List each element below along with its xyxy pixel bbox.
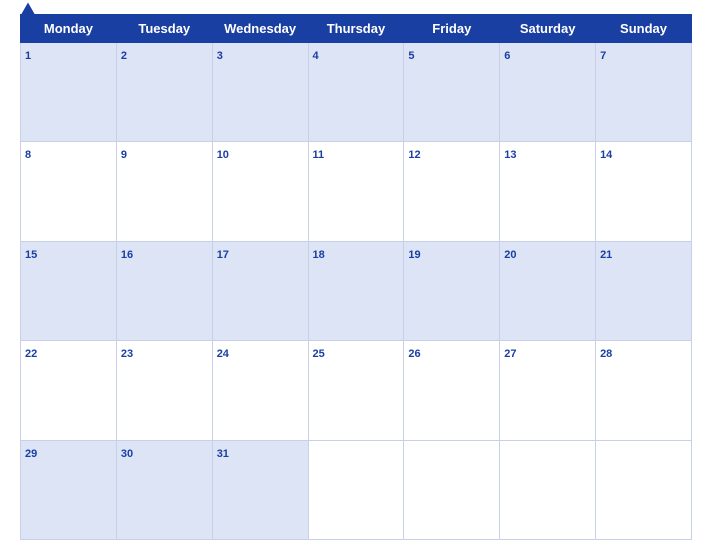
calendar-table: MondayTuesdayWednesdayThursdayFridaySatu… xyxy=(20,14,692,540)
calendar-day-cell: 19 xyxy=(404,241,500,340)
day-number: 1 xyxy=(25,50,31,62)
day-number: 18 xyxy=(313,249,325,261)
calendar-day-cell: 10 xyxy=(212,142,308,241)
day-number: 10 xyxy=(217,149,229,161)
calendar-day-cell: 13 xyxy=(500,142,596,241)
calendar-day-cell: 15 xyxy=(21,241,117,340)
day-number: 22 xyxy=(25,348,37,360)
day-number: 20 xyxy=(504,249,516,261)
weekday-header-thursday: Thursday xyxy=(308,15,404,43)
calendar-day-cell: 25 xyxy=(308,341,404,440)
day-number: 28 xyxy=(600,348,612,360)
day-number: 16 xyxy=(121,249,133,261)
day-number: 21 xyxy=(600,249,612,261)
weekday-header-row: MondayTuesdayWednesdayThursdayFridaySatu… xyxy=(21,15,692,43)
calendar-day-cell: 3 xyxy=(212,43,308,142)
day-number: 31 xyxy=(217,448,229,460)
calendar-day-cell: 1 xyxy=(21,43,117,142)
calendar-day-cell: 12 xyxy=(404,142,500,241)
calendar-day-cell: 8 xyxy=(21,142,117,241)
calendar-day-cell: 7 xyxy=(596,43,692,142)
calendar-day-cell xyxy=(404,440,500,539)
weekday-header-friday: Friday xyxy=(404,15,500,43)
weekday-header-wednesday: Wednesday xyxy=(212,15,308,43)
day-number: 5 xyxy=(408,50,414,62)
day-number: 6 xyxy=(504,50,510,62)
day-number: 24 xyxy=(217,348,229,360)
day-number: 8 xyxy=(25,149,31,161)
calendar-day-cell: 4 xyxy=(308,43,404,142)
calendar-day-cell: 27 xyxy=(500,341,596,440)
day-number: 27 xyxy=(504,348,516,360)
calendar-day-cell xyxy=(596,440,692,539)
calendar-day-cell: 2 xyxy=(116,43,212,142)
weekday-header-saturday: Saturday xyxy=(500,15,596,43)
weekday-header-tuesday: Tuesday xyxy=(116,15,212,43)
calendar-day-cell: 26 xyxy=(404,341,500,440)
day-number: 19 xyxy=(408,249,420,261)
day-number: 9 xyxy=(121,149,127,161)
day-number: 29 xyxy=(25,448,37,460)
calendar-day-cell: 23 xyxy=(116,341,212,440)
calendar-day-cell: 24 xyxy=(212,341,308,440)
day-number: 14 xyxy=(600,149,612,161)
day-number: 23 xyxy=(121,348,133,360)
weekday-header-monday: Monday xyxy=(21,15,117,43)
day-number: 3 xyxy=(217,50,223,62)
calendar-day-cell: 31 xyxy=(212,440,308,539)
calendar-day-cell: 14 xyxy=(596,142,692,241)
day-number: 25 xyxy=(313,348,325,360)
calendar-day-cell: 6 xyxy=(500,43,596,142)
weekday-header-sunday: Sunday xyxy=(596,15,692,43)
calendar-week-row: 29 30 31 xyxy=(21,440,692,539)
day-number: 11 xyxy=(313,149,325,161)
calendar-week-row: 8 9 10 11 12 13 14 xyxy=(21,142,692,241)
calendar-day-cell xyxy=(500,440,596,539)
logo-triangle-icon xyxy=(20,3,36,17)
calendar-day-cell: 20 xyxy=(500,241,596,340)
calendar-week-row: 1 2 3 4 5 6 7 xyxy=(21,43,692,142)
calendar-day-cell: 11 xyxy=(308,142,404,241)
calendar-day-cell: 30 xyxy=(116,440,212,539)
day-number: 15 xyxy=(25,249,37,261)
calendar-day-cell: 22 xyxy=(21,341,117,440)
day-number: 13 xyxy=(504,149,516,161)
day-number: 26 xyxy=(408,348,420,360)
calendar-day-cell: 21 xyxy=(596,241,692,340)
day-number: 4 xyxy=(313,50,319,62)
calendar-week-row: 22 23 24 25 26 27 28 xyxy=(21,341,692,440)
calendar-day-cell: 17 xyxy=(212,241,308,340)
logo xyxy=(20,3,38,18)
calendar-day-cell: 28 xyxy=(596,341,692,440)
calendar-day-cell: 16 xyxy=(116,241,212,340)
day-number: 7 xyxy=(600,50,606,62)
day-number: 30 xyxy=(121,448,133,460)
day-number: 12 xyxy=(408,149,420,161)
calendar-week-row: 15 16 17 18 19 20 21 xyxy=(21,241,692,340)
calendar-day-cell: 29 xyxy=(21,440,117,539)
day-number: 2 xyxy=(121,50,127,62)
calendar-day-cell xyxy=(308,440,404,539)
calendar-day-cell: 18 xyxy=(308,241,404,340)
calendar-day-cell: 9 xyxy=(116,142,212,241)
day-number: 17 xyxy=(217,249,229,261)
logo-blue-text xyxy=(20,3,38,18)
calendar-day-cell: 5 xyxy=(404,43,500,142)
